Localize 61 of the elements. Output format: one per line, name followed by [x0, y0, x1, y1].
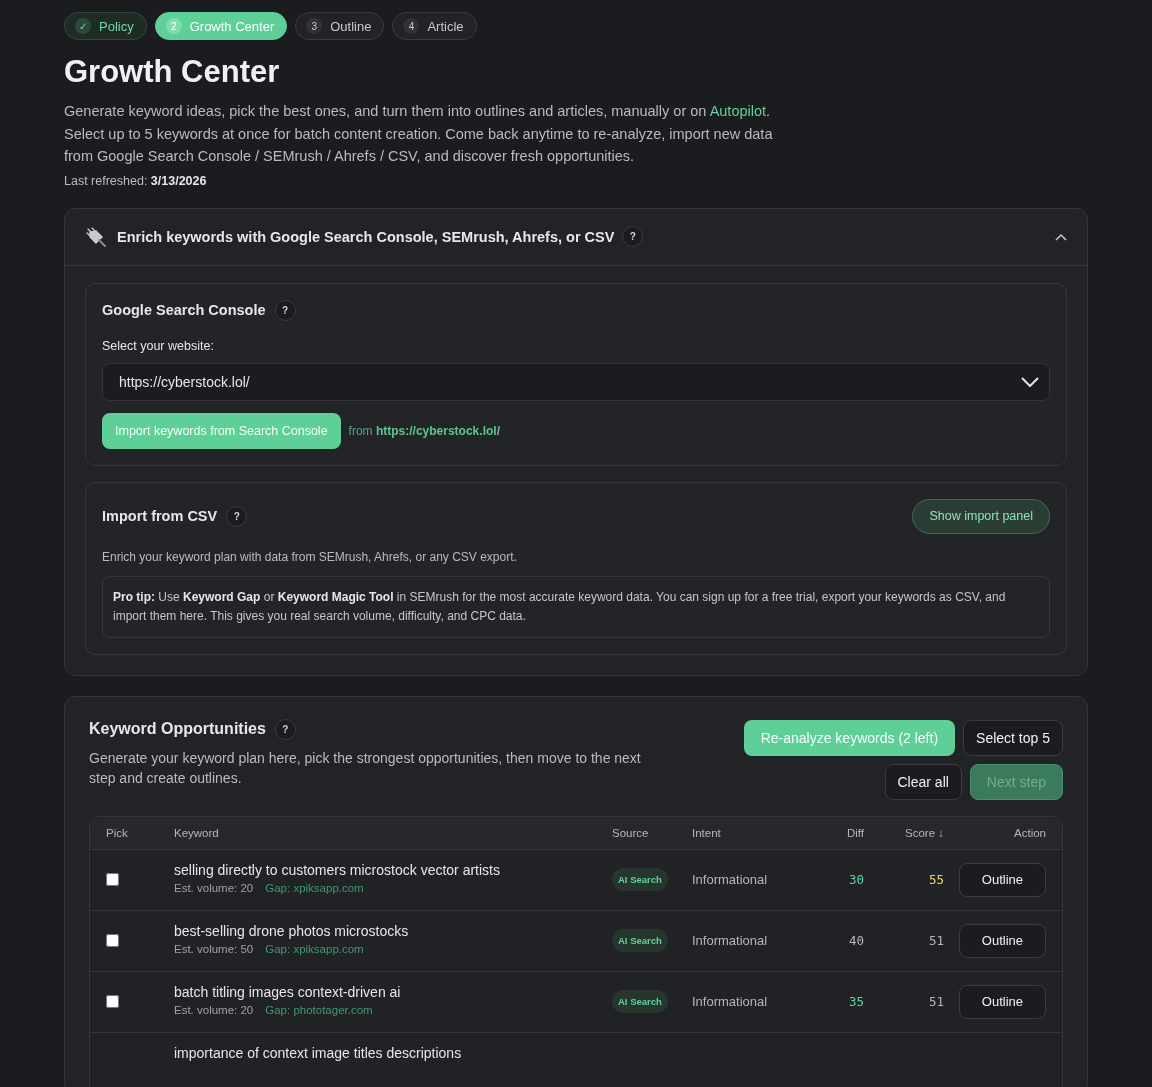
diff-value: 30 — [847, 872, 864, 887]
column-header: Intent — [692, 826, 722, 839]
outline-button[interactable]: Outline — [958, 862, 1046, 897]
step-tab[interactable]: 4 Article — [392, 12, 477, 40]
diff-value: 35 — [847, 994, 864, 1009]
section-title: Google Search Console — [102, 302, 266, 318]
gap-text: Gap: phototager.com — [265, 1003, 373, 1016]
outline-button[interactable]: Outline — [958, 923, 1046, 958]
keyword-text: batch titling images context-driven ai — [174, 983, 402, 1000]
volume-text: Est. volume: 50 — [174, 942, 254, 955]
column-header: Pick — [106, 826, 129, 839]
score-value: 51 — [927, 994, 944, 1009]
keyword-text: best-selling drone photos microstocks — [174, 922, 410, 939]
help-icon[interactable]: ? — [274, 718, 296, 740]
volume-text: Est. volume: 20 — [174, 1003, 254, 1016]
website-select[interactable]: https://cyberstock.lol/ — [102, 362, 1050, 401]
section-title: Import from CSV — [102, 508, 218, 524]
volume-text: Est. volume: 20 — [174, 881, 254, 894]
step-tab[interactable]: ✓ Policy — [64, 12, 147, 40]
chevron-icon — [1021, 376, 1039, 387]
plug-icon — [85, 225, 107, 248]
section-description: Generate your keyword plan here, pick the strongest opportunities, then move to the next step and create outlines. — [89, 748, 642, 788]
section-title: Keyword Opportunities — [89, 720, 266, 738]
keyword-text: importance of context image titles descriptions — [174, 1044, 463, 1061]
intent-text: Informational — [692, 933, 769, 948]
column-header: Diff — [845, 826, 864, 839]
page-description: Generate keyword ideas, pick the best ones, and turn them into outlines and articles, manually or on Autopilot. Select up to 5 keywords at once for batch content creation. Come back anytime to re-analyze, import new data from Google Search Console / SEMrush / Ahrefs / CSV, and discover fresh opportunities. — [64, 102, 774, 166]
enrich-title: Enrich keywords with Google Search Console, SEMrush, Ahrefs, or CSV — [117, 228, 615, 245]
chevron-icon[interactable] — [1055, 232, 1067, 241]
source-badge: AI Search — [612, 990, 668, 1013]
pro-tip: Pro tip: Use Keyword Gap or Keyword Magic Tool in SEMrush for the most accurate keyword data. You can sign up for a free trial, export your keywords as CSV, and import them here. This gives you real search volume, difficulty, and CPC data. — [102, 575, 1050, 638]
help-icon[interactable]: ? — [622, 226, 644, 247]
help-icon[interactable]: ? — [226, 505, 248, 527]
gap-text: Gap: xpiksapp.com — [265, 942, 364, 955]
import-source: from https://cyberstock.lol/ — [348, 423, 500, 438]
source-badge: AI Search — [612, 929, 668, 952]
column-header: Action — [1013, 826, 1046, 839]
show-import-panel-button[interactable]: Show import panel — [912, 498, 1050, 534]
action-button[interactable]: Clear all — [884, 763, 962, 800]
column-header: Source — [612, 826, 650, 839]
action-button[interactable]: Select top 5 — [963, 719, 1063, 756]
last-refreshed: Last refreshed: 3/13/2026 — [64, 173, 208, 188]
help-icon[interactable]: ? — [274, 299, 296, 321]
step-tab[interactable]: 3 Outline — [295, 12, 385, 40]
row-checkbox[interactable] — [106, 873, 119, 886]
page-title: Growth Center — [64, 54, 281, 90]
row-checkbox[interactable] — [106, 934, 119, 947]
csv-description: Enrich your keyword plan with data from SEMrush, Ahrefs, or any CSV export. — [102, 549, 518, 564]
outline-button[interactable]: Outline — [958, 984, 1046, 1019]
source-badge: AI Search — [612, 868, 668, 891]
diff-value: 40 — [847, 933, 864, 948]
keyword-text: selling directly to customers microstock vector artists — [174, 861, 501, 878]
score-value: 55 — [927, 872, 944, 887]
field-label: Select your website: — [102, 338, 215, 353]
gap-text: Gap: xpiksapp.com — [265, 881, 364, 894]
row-checkbox[interactable] — [106, 995, 119, 1008]
intent-text: Informational — [692, 872, 769, 887]
score-value: 51 — [927, 933, 944, 948]
column-header: Keyword — [174, 826, 220, 839]
intent-text: Informational — [692, 994, 769, 1009]
column-header: Score ↓ — [904, 826, 944, 839]
